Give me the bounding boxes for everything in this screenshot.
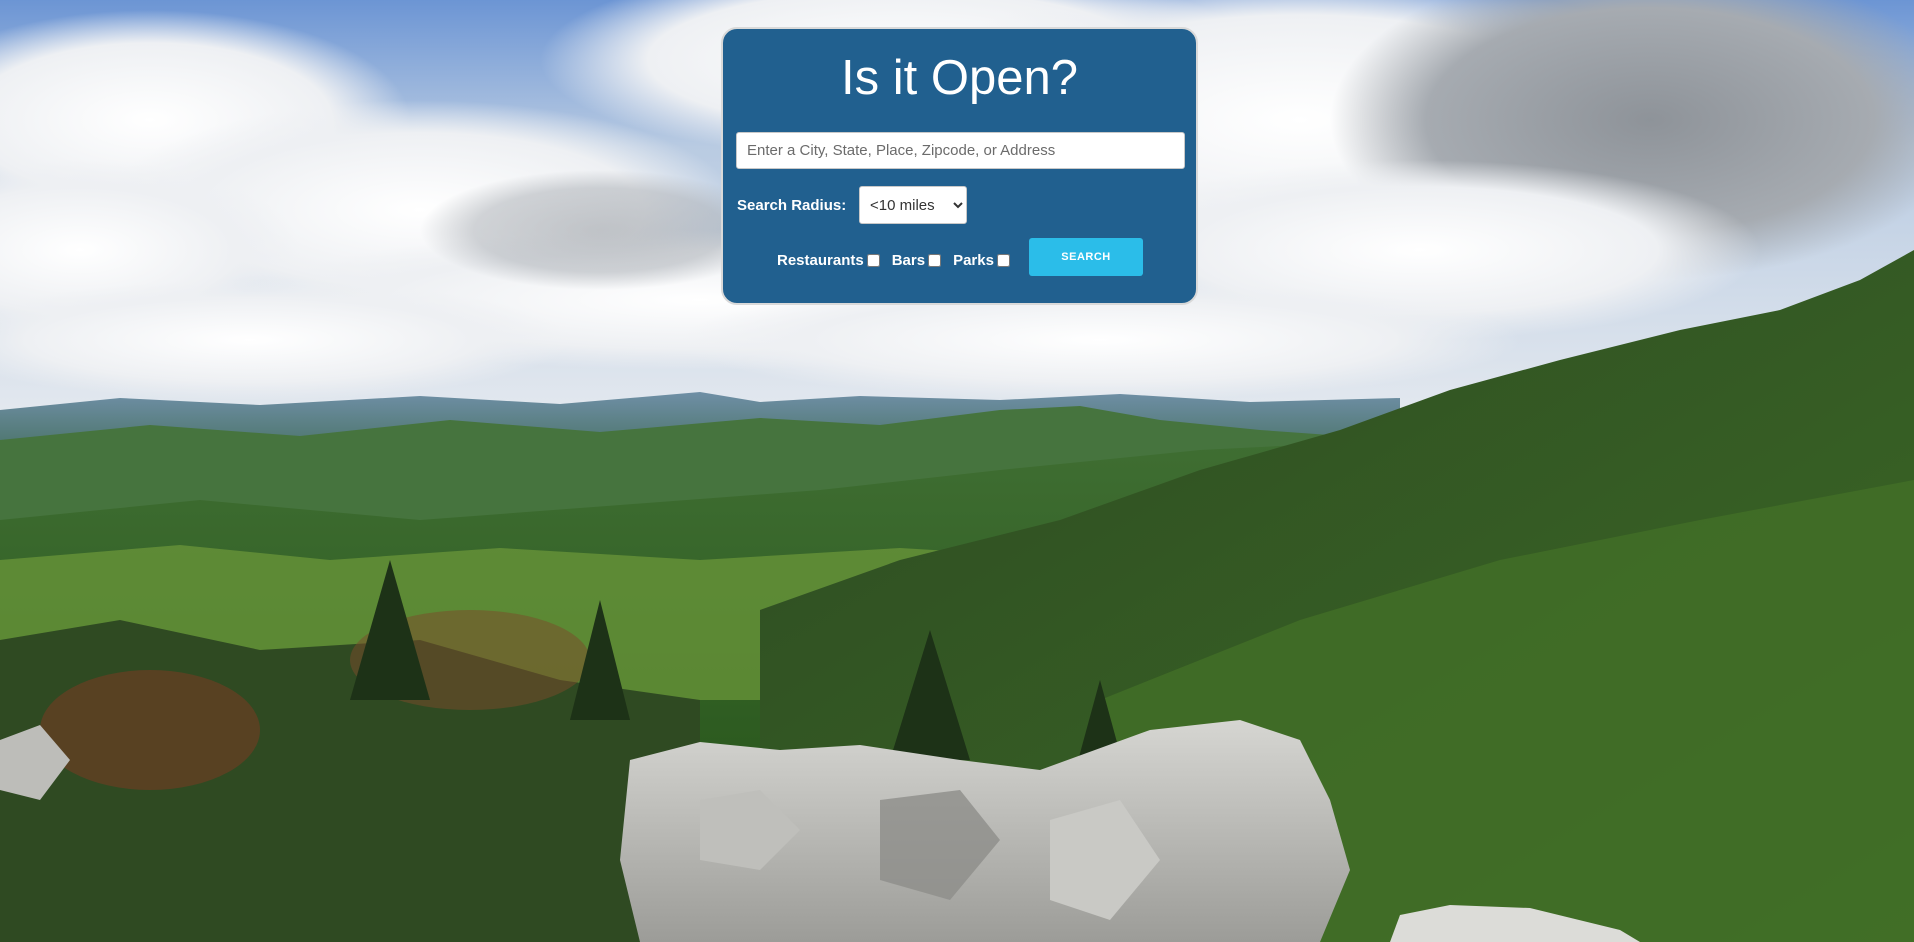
filter-bars-checkbox[interactable] xyxy=(928,253,942,267)
search-radius-select[interactable]: <10 miles xyxy=(859,186,967,224)
search-button[interactable]: SEARCH xyxy=(1029,238,1143,276)
search-card: Is it Open? Search Radius: <10 miles Res… xyxy=(721,27,1198,305)
filter-group: Restaurants Bars Parks xyxy=(777,248,1022,272)
filter-parks-checkbox[interactable] xyxy=(996,253,1010,267)
page-title: Is it Open? xyxy=(841,51,1078,105)
filter-bars[interactable]: Bars xyxy=(891,251,942,269)
location-search-input[interactable] xyxy=(736,132,1185,169)
filter-restaurants[interactable]: Restaurants xyxy=(777,252,880,269)
filter-restaurants-checkbox[interactable] xyxy=(866,253,880,267)
filter-parks[interactable]: Parks xyxy=(953,252,1010,269)
filter-bars-label: Bars xyxy=(891,251,926,269)
search-radius-label: Search Radius: xyxy=(737,197,847,214)
filter-parks-label: Parks xyxy=(953,251,994,269)
filter-restaurants-label: Restaurants xyxy=(777,251,864,269)
